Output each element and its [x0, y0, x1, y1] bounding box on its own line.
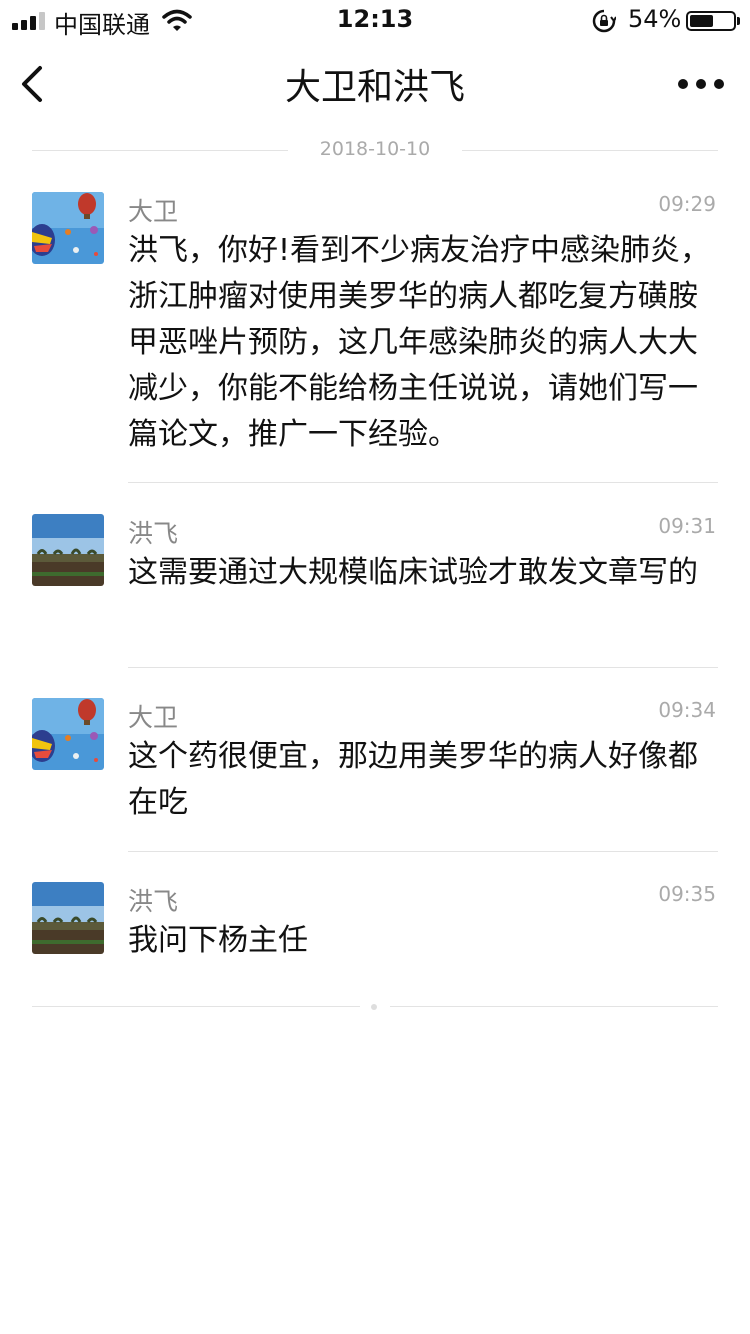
- message-time: 09:35: [658, 882, 716, 906]
- date-label: 2018-10-10: [319, 138, 431, 160]
- sender-name: 洪飞: [128, 887, 179, 916]
- battery-percent: 54%: [628, 5, 682, 33]
- message-text: 这需要通过大规模临床试验才敢发文章写的: [128, 555, 698, 590]
- end-divider: [32, 998, 718, 1016]
- balloon-avatar-image: [32, 698, 104, 770]
- landscape-avatar-image: [32, 882, 104, 954]
- message-separator: [128, 482, 718, 483]
- message-time: 09:29: [658, 192, 716, 216]
- battery-fill: [690, 15, 713, 27]
- status-bar: 中国联通 12:13 54%: [0, 0, 750, 40]
- message-text: 洪飞，你好!看到不少病友治疗中感染肺炎，浙江肿瘤对使用美罗华的病人都吃复方磺胺甲…: [128, 233, 711, 452]
- divider-line: [462, 150, 718, 151]
- avatar[interactable]: [32, 192, 104, 264]
- message-text: 我问下杨主任: [128, 923, 308, 958]
- message-time: 09:31: [658, 514, 716, 538]
- nav-bar: 大卫和洪飞: [0, 40, 750, 128]
- message-time: 09:34: [658, 698, 716, 722]
- message-separator: [128, 667, 718, 668]
- avatar[interactable]: [32, 514, 104, 586]
- divider-line: [390, 1006, 718, 1007]
- landscape-avatar-image: [32, 514, 104, 586]
- battery-tip: [737, 17, 740, 25]
- sender-name: 洪飞: [128, 519, 179, 548]
- sender-name: 大卫: [128, 703, 179, 732]
- more-dots-icon: [678, 79, 724, 89]
- message-text: 这个药很便宜，那边用美罗华的病人好像都在吃: [128, 739, 698, 820]
- more-button[interactable]: [674, 64, 728, 104]
- divider-line: [32, 1006, 360, 1007]
- date-divider: 2018-10-10: [32, 138, 718, 164]
- avatar[interactable]: [32, 882, 104, 954]
- end-dot: [371, 1004, 377, 1010]
- sender-name: 大卫: [128, 197, 179, 226]
- chat-title: 大卫和洪飞: [284, 67, 465, 108]
- battery-icon: [686, 11, 736, 31]
- message-separator: [128, 851, 718, 852]
- balloon-avatar-image: [32, 192, 104, 264]
- avatar[interactable]: [32, 698, 104, 770]
- rotation-lock-icon: [592, 9, 616, 33]
